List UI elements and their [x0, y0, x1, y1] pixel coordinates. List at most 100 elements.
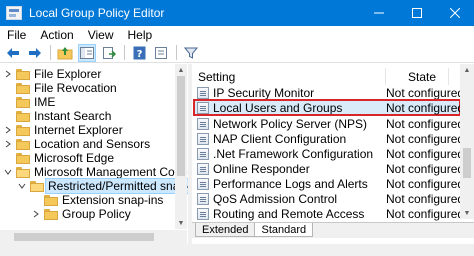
tree-item-label: Microsoft Management Console [34, 165, 188, 179]
collapse-chevron-icon[interactable] [17, 179, 27, 193]
tree-pane[interactable]: File Explorer File Revocation IME Instan… [0, 64, 188, 256]
setting-state: Not configured [386, 131, 465, 146]
minimize-icon [374, 12, 384, 14]
scroll-thumb[interactable] [463, 148, 471, 178]
back-arrow-icon [7, 47, 19, 58]
list-row[interactable]: Network Policy Server (NPS) Not configur… [194, 116, 464, 131]
scroll-thumb[interactable] [14, 233, 154, 241]
tree-item-label: Instant Search [34, 109, 112, 123]
scroll-down-icon[interactable]: ▼ [460, 207, 474, 219]
tree-item[interactable]: Location and Sensors [3, 137, 150, 151]
window-title: Local Group Policy Editor [29, 6, 165, 20]
column-divider[interactable] [385, 68, 386, 85]
open-folder-icon [30, 180, 44, 192]
tree-item[interactable]: File Explorer [3, 67, 101, 81]
collapse-chevron-icon[interactable] [3, 165, 13, 179]
folder-icon [16, 96, 30, 108]
tab-extended[interactable]: Extended [195, 223, 256, 237]
back-button[interactable] [4, 44, 22, 62]
scroll-up-icon[interactable]: ▲ [460, 64, 474, 76]
help-button[interactable]: ? [130, 44, 148, 62]
menu-file[interactable]: File [0, 28, 33, 42]
setting-state: Not configured [386, 85, 465, 100]
tree-item-label: File Explorer [34, 67, 102, 81]
scroll-down-icon[interactable]: ▼ [175, 217, 187, 229]
setting-name: .Net Framework Configuration [213, 146, 374, 161]
setting-name: Routing and Remote Access [213, 206, 365, 221]
list-row[interactable]: Online Responder Not configured [194, 161, 464, 176]
maximize-icon [412, 8, 422, 18]
close-button[interactable] [436, 0, 474, 26]
maximize-button[interactable] [398, 0, 436, 26]
list-row[interactable]: Performance Logs and Alerts Not configur… [194, 176, 464, 191]
group-policy-app-icon [6, 6, 22, 20]
close-icon [450, 8, 460, 18]
tree-item-label: Restricted/Permitted snap-ins [45, 178, 188, 194]
tree-vertical-scrollbar[interactable]: ▲ ▼ [175, 64, 187, 229]
menu-help[interactable]: Help [121, 28, 160, 42]
tree-item[interactable]: Extension snap-ins [31, 193, 163, 207]
list-row-highlighted[interactable]: Local Users and Groups Not configured [193, 99, 464, 116]
toolbar-separator [124, 45, 125, 60]
tree-item[interactable]: Group Policy [31, 207, 131, 221]
tree-item-selected[interactable]: Restricted/Permitted snap-ins [17, 178, 188, 194]
menu-view[interactable]: View [81, 28, 121, 42]
open-folder-icon [16, 166, 30, 178]
setting-state: Not configured [386, 191, 465, 206]
column-header-state[interactable]: State [408, 68, 436, 85]
show-hide-tree-button[interactable] [78, 43, 96, 62]
title-bar: Local Group Policy Editor [0, 0, 474, 26]
folder-icon [16, 82, 30, 94]
column-divider[interactable] [448, 68, 449, 85]
setting-state: Not configured [386, 100, 465, 115]
column-header-setting[interactable]: Setting [198, 68, 235, 85]
export-list-icon [103, 46, 116, 59]
tree-item[interactable]: Instant Search [3, 109, 111, 123]
filter-icon [184, 47, 198, 59]
filter-button[interactable] [182, 44, 200, 62]
policy-setting-icon [197, 162, 209, 175]
forward-arrow-icon [29, 47, 41, 58]
setting-name: Local Users and Groups [213, 100, 343, 115]
tree-item[interactable]: Microsoft Edge [3, 151, 114, 165]
properties-button[interactable] [152, 44, 170, 62]
tree-item-label: Microsoft Edge [34, 151, 115, 165]
help-icon: ? [133, 46, 145, 60]
export-list-button[interactable] [100, 44, 118, 62]
toolbar: ? [0, 43, 474, 63]
status-bar [0, 244, 474, 256]
expand-chevron-icon[interactable] [3, 137, 13, 151]
expand-chevron-icon[interactable] [31, 207, 41, 221]
policy-setting-icon [197, 86, 209, 99]
setting-state: Not configured [386, 206, 465, 221]
up-one-level-button[interactable] [56, 44, 74, 62]
tree-item[interactable]: Internet Explorer [3, 123, 123, 137]
expand-chevron-icon[interactable] [3, 67, 13, 81]
properties-icon [155, 46, 167, 59]
tree-item-label: Internet Explorer [34, 123, 123, 137]
scroll-thumb[interactable] [177, 76, 185, 176]
setting-state: Not configured [386, 161, 465, 176]
tree-item[interactable]: IME [3, 95, 55, 109]
scroll-up-icon[interactable]: ▲ [175, 64, 187, 76]
menu-action[interactable]: Action [33, 28, 80, 42]
tree-horizontal-scrollbar[interactable] [0, 230, 187, 244]
policy-setting-icon [197, 117, 209, 130]
list-vertical-scrollbar[interactable]: ▲ ▼ [460, 64, 474, 219]
folder-icon [16, 152, 30, 164]
list-row[interactable]: .Net Framework Configuration Not configu… [194, 146, 464, 161]
expand-chevron-icon[interactable] [3, 123, 13, 137]
tree-item[interactable]: Microsoft Management Console [3, 165, 188, 179]
forward-button[interactable] [26, 44, 44, 62]
view-tabs: Extended Standard [192, 222, 474, 238]
tree-item[interactable]: File Revocation [3, 81, 117, 95]
list-row[interactable]: Routing and Remote Access Not configured [194, 206, 464, 221]
folder-icon [16, 138, 30, 150]
svg-text:?: ? [136, 49, 142, 60]
tree-item-label: IME [34, 95, 56, 109]
list-row[interactable]: IP Security Monitor Not configured [194, 85, 464, 100]
minimize-button[interactable] [360, 0, 398, 26]
list-row[interactable]: NAP Client Configuration Not configured [194, 131, 464, 146]
list-row[interactable]: QoS Admission Control Not configured [194, 191, 464, 206]
tab-standard[interactable]: Standard [254, 223, 314, 237]
